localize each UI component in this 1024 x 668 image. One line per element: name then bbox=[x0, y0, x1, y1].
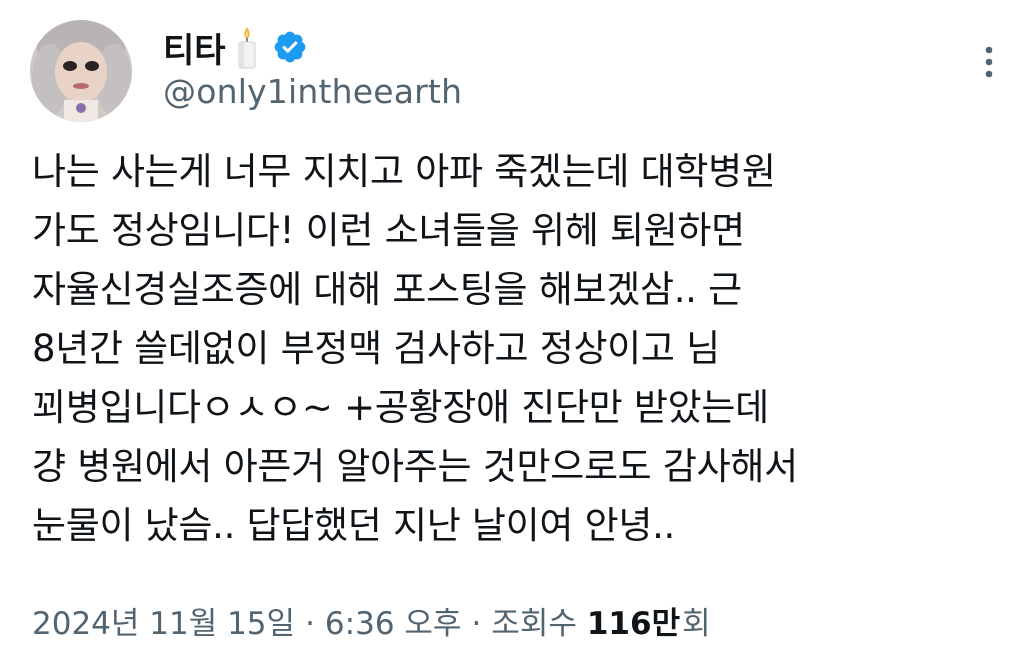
tweet-time[interactable]: 6:36 오후 bbox=[325, 598, 462, 643]
tweet-date[interactable]: 2024년 11월 15일 bbox=[32, 598, 295, 643]
author-handle[interactable]: @only1intheearth bbox=[163, 72, 462, 111]
verified-badge-icon bbox=[272, 29, 308, 65]
avatar-image bbox=[30, 20, 132, 122]
meta-separator: · bbox=[471, 606, 482, 642]
meta-separator: · bbox=[305, 606, 315, 642]
tweet-text-line: 8년간 쓸데없이 부정맥 검사하고 정상이고 님 bbox=[32, 327, 720, 370]
tweet-text-line: 자율신경실조증에 대해 포스팅을 해보겠삼.. 근 bbox=[32, 268, 742, 311]
author-name-row[interactable]: 티타 bbox=[163, 22, 308, 72]
tweet-meta: 2024년 11월 15일 · 6:36 오후 · 조회수 116만 회 bbox=[32, 598, 711, 643]
tweet-text-line: 나는 사는게 너무 지치고 아파 죽겠는데 대학병원 bbox=[32, 150, 776, 193]
more-dots-icon bbox=[985, 46, 993, 78]
tweet-text-line: 꾀병입니다ㅇㅅㅇ~ +공황장애 진단만 받았는데 bbox=[32, 386, 769, 429]
views-count[interactable]: 116만 bbox=[587, 598, 680, 643]
candle-icon bbox=[234, 25, 260, 69]
tweet-text-line: 가도 정상임니다! 이런 소녀들을 위헤 퇴원하면 bbox=[32, 209, 745, 252]
views-suffix: 회 bbox=[682, 606, 711, 642]
avatar[interactable] bbox=[30, 20, 132, 122]
views-label: 조회수 bbox=[491, 606, 577, 642]
display-name[interactable]: 티타 bbox=[163, 23, 226, 72]
more-options-button[interactable] bbox=[972, 42, 1006, 82]
tweet-text-line: 걍 병원에서 아픈거 알아주는 것만으로도 감사해서 bbox=[32, 445, 798, 488]
tweet-text: 나는 사는게 너무 지치고 아파 죽겠는데 대학병원 가도 정상임니다! 이런 … bbox=[32, 142, 1002, 555]
tweet-text-line: 눈물이 났슴.. 답답했던 지난 날이여 안녕.. bbox=[32, 504, 675, 547]
tweet-card: 티타 @only1intheearth 나는 사는게 너무 지치고 아파 죽겠는… bbox=[0, 0, 1024, 668]
